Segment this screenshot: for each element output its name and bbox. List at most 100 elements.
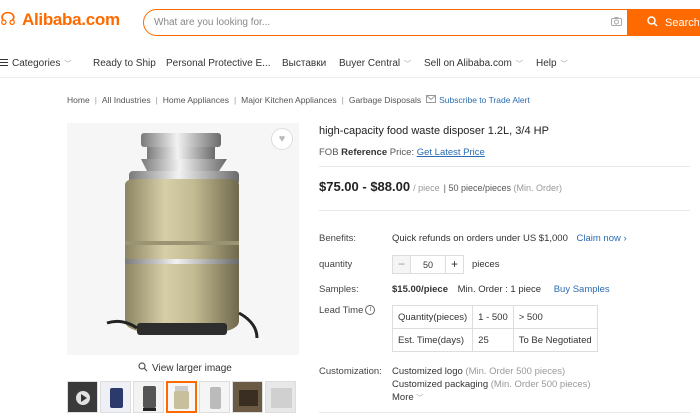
thumbnail[interactable] bbox=[232, 381, 263, 413]
breadcrumb-separator: | bbox=[233, 95, 237, 105]
table-cell: 1 - 500 bbox=[472, 305, 514, 329]
divider bbox=[319, 412, 690, 413]
benefits-text: Quick refunds on orders under US $1,000 bbox=[392, 233, 568, 244]
thumbnail[interactable] bbox=[199, 381, 230, 413]
nav-exhibitions[interactable]: Выставки bbox=[282, 58, 326, 69]
chevron-down-icon: ﹀ bbox=[404, 60, 412, 68]
chevron-down-icon: ﹀ bbox=[64, 60, 72, 68]
quantity-input[interactable] bbox=[411, 255, 445, 274]
custom-packaging-row: Customized packaging (Min. Order 500 pie… bbox=[392, 379, 591, 390]
alibaba-logo[interactable]: ☊ Alibaba.com bbox=[0, 10, 120, 30]
quantity-label: quantity bbox=[319, 259, 353, 270]
claim-now-link[interactable]: Claim now › bbox=[577, 233, 627, 244]
nav-categories[interactable]: Categories ﹀ bbox=[0, 58, 71, 69]
nav-personal-protective[interactable]: Personal Protective E... bbox=[166, 58, 271, 69]
top-nav: Categories ﹀ Ready to Ship Personal Prot… bbox=[0, 50, 700, 78]
nav-ready-to-ship[interactable]: Ready to Ship bbox=[93, 58, 156, 69]
nav-label: Personal Protective E... bbox=[166, 58, 271, 69]
buy-samples-link[interactable]: Buy Samples bbox=[554, 284, 610, 295]
chevron-down-icon: ﹀ bbox=[515, 60, 523, 68]
thumbnail-active[interactable] bbox=[166, 381, 197, 413]
breadcrumb-kitchen-appliances[interactable]: Major Kitchen Appliances bbox=[241, 95, 336, 105]
more-toggle[interactable]: More ﹀ bbox=[392, 392, 423, 403]
custom-packaging: Customized packaging bbox=[392, 379, 489, 390]
benefits-label: Benefits: bbox=[319, 233, 356, 244]
divider bbox=[319, 210, 690, 211]
favorite-heart-icon[interactable]: ♥ bbox=[271, 128, 293, 150]
search-input[interactable] bbox=[144, 10, 605, 35]
fob-suffix: Price: bbox=[389, 147, 415, 158]
breadcrumb-separator: | bbox=[94, 95, 97, 105]
food-waste-disposer-image bbox=[67, 123, 299, 355]
play-video-icon bbox=[68, 382, 97, 412]
custom-packaging-min: (Min. Order 500 pieces) bbox=[490, 379, 591, 390]
chevron-down-icon: ﹀ bbox=[560, 60, 568, 68]
sample-min-order: Min. Order : 1 piece bbox=[457, 284, 542, 295]
samples-row: $15.00/piece Min. Order : 1 piece Buy Sa… bbox=[392, 284, 610, 295]
alibaba-logo-icon: ☊ bbox=[0, 9, 16, 30]
decrement-button[interactable]: − bbox=[392, 255, 411, 274]
increment-button[interactable]: + bbox=[445, 255, 464, 274]
table-cell: To Be Negotiated bbox=[512, 328, 598, 352]
search-bar: Search bbox=[143, 9, 700, 36]
nav-buyer-central[interactable]: Buyer Central ﹀ bbox=[339, 58, 411, 69]
lead-time-table: Quantity(pieces) 1 - 500 > 500 Est. Time… bbox=[391, 305, 598, 352]
logo-text: Alibaba.com bbox=[22, 10, 120, 29]
search-button[interactable]: Search bbox=[627, 10, 699, 35]
nav-help[interactable]: Help ﹀ bbox=[536, 58, 568, 69]
search-icon bbox=[647, 15, 658, 30]
info-icon[interactable]: i bbox=[365, 305, 376, 316]
price-unit: / piece bbox=[413, 183, 440, 193]
search-button-label: Search bbox=[665, 16, 700, 29]
benefits-row: Quick refunds on orders under US $1,000 … bbox=[392, 233, 627, 244]
lead-time-label: Lead Time i bbox=[319, 305, 376, 316]
thumbnail-video[interactable] bbox=[67, 381, 98, 413]
fob-price-line: FOB Reference Price: Get Latest Price bbox=[319, 147, 485, 158]
product-main-image[interactable]: ♥ bbox=[67, 123, 299, 355]
fob-prefix: FOB bbox=[319, 147, 339, 158]
samples-label: Samples: bbox=[319, 284, 359, 295]
moq-label: (Min. Order) bbox=[513, 183, 563, 193]
view-larger-image[interactable]: View larger image bbox=[138, 362, 232, 375]
nav-label: Sell on Alibaba.com bbox=[424, 58, 512, 69]
breadcrumb-all-industries[interactable]: All Industries bbox=[102, 95, 151, 105]
nav-sell-on-alibaba[interactable]: Sell on Alibaba.com ﹀ bbox=[424, 58, 523, 69]
nav-label: Buyer Central bbox=[339, 58, 401, 69]
trade-alert-label: Subscribe to Trade Alert bbox=[439, 95, 530, 105]
camera-icon[interactable] bbox=[605, 16, 627, 29]
nav-label: Categories bbox=[12, 58, 61, 69]
breadcrumb-separator: | bbox=[341, 95, 344, 105]
customization-label: Customization: bbox=[319, 366, 382, 377]
table-cell: 25 bbox=[472, 328, 514, 352]
divider bbox=[319, 166, 690, 167]
view-larger-label: View larger image bbox=[152, 363, 232, 374]
header: ☊ Alibaba.com Search bbox=[0, 0, 700, 46]
chevron-right-icon: › bbox=[623, 233, 627, 244]
breadcrumb-separator: | bbox=[155, 95, 158, 105]
min-order: | 50 piece/pieces (Min. Order) bbox=[443, 183, 563, 193]
table-cell: > 500 bbox=[512, 305, 598, 329]
nav-label: Выставки bbox=[282, 58, 327, 69]
thumbnail[interactable] bbox=[133, 381, 164, 413]
table-row: Quantity(pieces) 1 - 500 > 500 bbox=[391, 305, 598, 329]
table-row: Est. Time(days) 25 To Be Negotiated bbox=[391, 328, 598, 352]
breadcrumb-home[interactable]: Home bbox=[67, 95, 90, 105]
fob-reference: Reference bbox=[341, 147, 388, 158]
thumbnail-strip bbox=[67, 381, 296, 413]
moq-value: 50 piece/pieces bbox=[448, 183, 511, 193]
get-latest-price-link[interactable]: Get Latest Price bbox=[417, 147, 485, 158]
magnifier-icon bbox=[138, 362, 148, 375]
price-row: $75.00 - $88.00 / piece | 50 piece/piece… bbox=[319, 179, 562, 194]
nav-label: Help bbox=[536, 58, 557, 69]
thumbnail[interactable] bbox=[265, 381, 296, 413]
quantity-unit: pieces bbox=[472, 259, 500, 270]
thumbnail[interactable] bbox=[100, 381, 131, 413]
breadcrumb-garbage-disposals[interactable]: Garbage Disposals bbox=[349, 95, 421, 105]
price-range: $75.00 - $88.00 bbox=[319, 179, 411, 194]
breadcrumb-home-appliances[interactable]: Home Appliances bbox=[163, 95, 229, 105]
subscribe-trade-alert[interactable]: Subscribe to Trade Alert bbox=[426, 95, 530, 105]
custom-logo-row: Customized logo (Min. Order 500 pieces) bbox=[392, 366, 565, 377]
nav-label: Ready to Ship bbox=[93, 58, 156, 69]
quantity-stepper: − + pieces bbox=[392, 255, 499, 274]
table-cell: Est. Time(days) bbox=[391, 328, 474, 352]
